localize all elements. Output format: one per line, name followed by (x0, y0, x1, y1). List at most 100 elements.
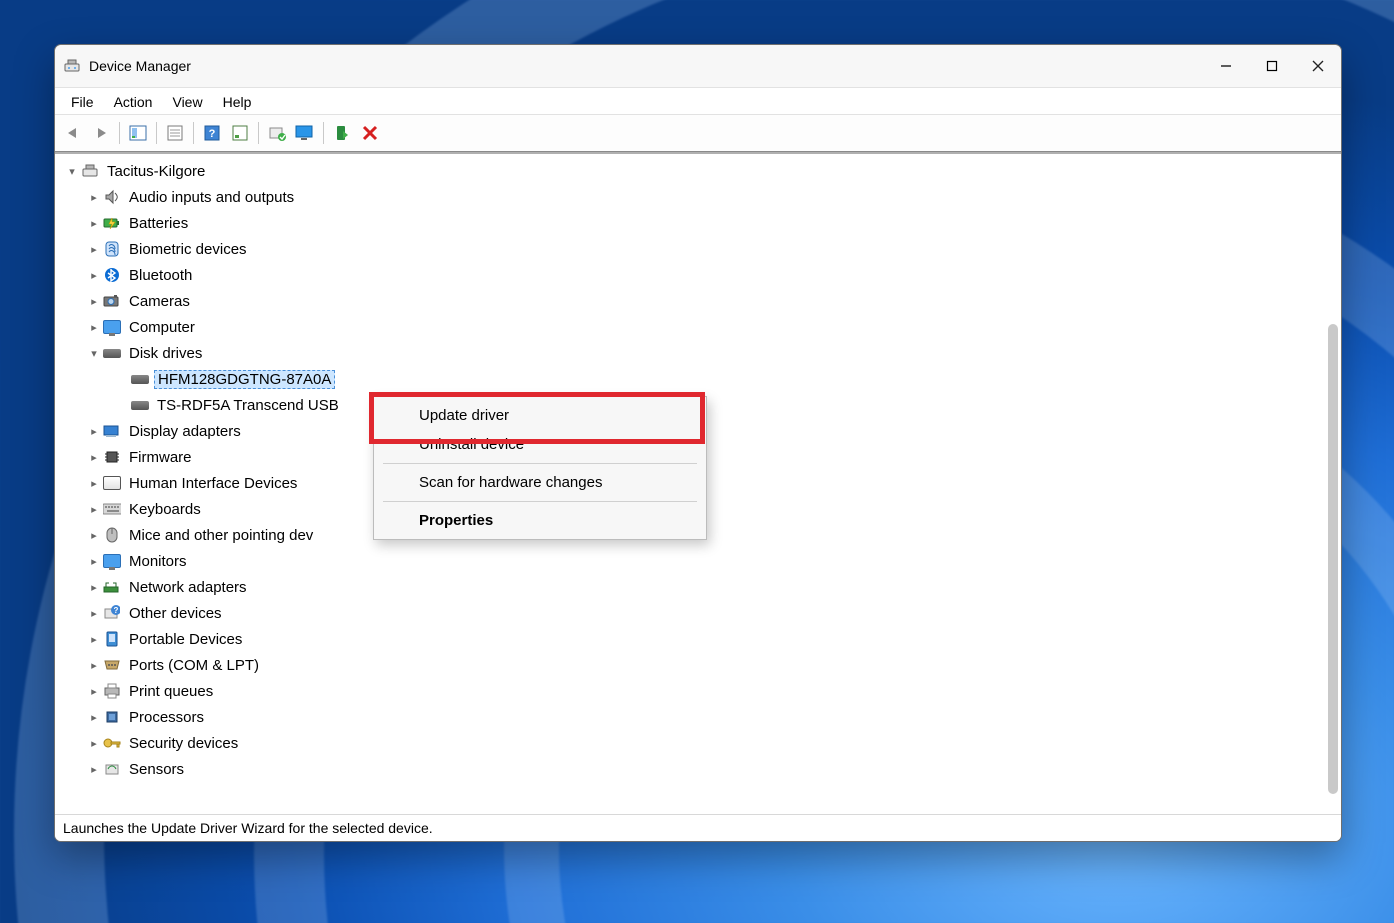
tree-item-label: Human Interface Devices (127, 475, 299, 492)
update-driver-button[interactable] (263, 120, 291, 146)
forward-button[interactable] (87, 120, 115, 146)
tree-item-monitors[interactable]: ▸Monitors (57, 548, 1339, 574)
disable-device-button[interactable] (356, 120, 384, 146)
monitor-icon (295, 125, 315, 141)
menu-help[interactable]: Help (213, 92, 262, 112)
uninstall-device-button[interactable] (291, 120, 319, 146)
battery-icon (103, 214, 121, 232)
chevron-right-icon[interactable]: ▸ (85, 240, 103, 258)
chevron-down-icon[interactable]: ▾ (63, 162, 81, 180)
network-icon (103, 578, 121, 596)
tree-item-label: Other devices (127, 605, 224, 622)
chevron-right-icon[interactable]: ▸ (85, 266, 103, 284)
chevron-right-icon[interactable]: ▸ (85, 656, 103, 674)
disable-x-icon (362, 125, 378, 141)
tree-item-portable[interactable]: ▸Portable Devices (57, 626, 1339, 652)
tree-item-ports[interactable]: ▸Ports (COM & LPT) (57, 652, 1339, 678)
scan-hardware-button[interactable] (226, 120, 254, 146)
back-button[interactable] (59, 120, 87, 146)
chevron-right-icon[interactable]: ▸ (85, 708, 103, 726)
disk-icon (103, 344, 121, 362)
tree-item-security[interactable]: ▸Security devices (57, 730, 1339, 756)
tree-item-diskdrives[interactable]: ▾ Disk drives (57, 340, 1339, 366)
chevron-right-icon[interactable]: ▸ (85, 188, 103, 206)
tree-item-biometric[interactable]: ▸ Biometric devices (57, 236, 1339, 262)
chevron-right-icon[interactable]: ▸ (85, 474, 103, 492)
chevron-right-icon[interactable]: ▸ (85, 318, 103, 336)
fingerprint-icon (103, 240, 121, 258)
context-menu-separator (383, 463, 697, 464)
properties-button[interactable] (161, 120, 189, 146)
tree-item-label: Computer (127, 319, 197, 336)
show-hide-tree-button[interactable] (124, 120, 152, 146)
arrow-right-icon (92, 126, 110, 140)
tree-item-other[interactable]: ▸? Other devices (57, 600, 1339, 626)
chevron-right-icon[interactable]: ▸ (85, 682, 103, 700)
chevron-right-icon[interactable]: ▸ (85, 292, 103, 310)
tree-root[interactable]: ▾ Tacitus-Kilgore (57, 158, 1339, 184)
context-menu-properties[interactable]: Properties (375, 506, 705, 535)
chevron-right-icon[interactable]: ▸ (85, 526, 103, 544)
context-menu-uninstall-device[interactable]: Uninstall device (375, 430, 705, 459)
tree-item-label: Disk drives (127, 345, 204, 362)
tree-item-cameras[interactable]: ▸Cameras (57, 288, 1339, 314)
tree-item-audio[interactable]: ▸Audio inputs and outputs (57, 184, 1339, 210)
tree-item-bluetooth[interactable]: ▸ Bluetooth (57, 262, 1339, 288)
svg-text:?: ? (209, 128, 216, 140)
tree-item-label: Network adapters (127, 579, 249, 596)
tree-item-batteries[interactable]: ▸Batteries (57, 210, 1339, 236)
tree-item-printqueues[interactable]: ▸Print queues (57, 678, 1339, 704)
title-bar[interactable]: Device Manager (55, 45, 1341, 88)
computer-icon (103, 318, 121, 336)
chevron-right-icon[interactable]: ▸ (85, 500, 103, 518)
tree-item-label: Display adapters (127, 423, 243, 440)
chevron-right-icon[interactable]: ▸ (85, 630, 103, 648)
tree-item-label: Keyboards (127, 501, 203, 518)
menu-action[interactable]: Action (104, 92, 163, 112)
chevron-right-icon[interactable]: ▸ (85, 760, 103, 778)
disk-icon (131, 370, 149, 388)
serial-port-icon (103, 656, 121, 674)
update-driver-icon (268, 125, 286, 141)
toolbar: ? (55, 115, 1341, 152)
hid-icon (103, 474, 121, 492)
tree-item-label: Biometric devices (127, 241, 249, 258)
chevron-right-icon[interactable]: ▸ (85, 578, 103, 596)
maximize-button[interactable] (1249, 45, 1295, 87)
speaker-icon (103, 188, 121, 206)
panel-icon (129, 125, 147, 141)
sensor-icon (103, 760, 121, 778)
tree-item-label: Processors (127, 709, 206, 726)
tree-item-processors[interactable]: ▸ Processors (57, 704, 1339, 730)
monitor-icon (103, 552, 121, 570)
chevron-right-icon[interactable]: ▸ (85, 422, 103, 440)
tree-item-computer[interactable]: ▸ Computer (57, 314, 1339, 340)
context-menu-separator (383, 501, 697, 502)
tree-item-label: TS-RDF5A Transcend USB (155, 397, 341, 414)
menu-view[interactable]: View (162, 92, 212, 112)
chevron-right-icon[interactable]: ▸ (85, 448, 103, 466)
keyboard-icon (103, 500, 121, 518)
tree-item-network[interactable]: ▸ Network adapters (57, 574, 1339, 600)
close-button[interactable] (1295, 45, 1341, 87)
tree-item-sensors[interactable]: ▸ Sensors (57, 756, 1339, 782)
minimize-button[interactable] (1203, 45, 1249, 87)
tree-item-label: Mice and other pointing dev (127, 527, 315, 544)
context-menu-update-driver[interactable]: Update driver (375, 401, 705, 430)
tree-item-disk-hfm128[interactable]: HFM128GDGTNG-87A0A (57, 366, 1339, 392)
vertical-scrollbar[interactable] (1328, 324, 1338, 794)
chevron-right-icon[interactable]: ▸ (85, 552, 103, 570)
menu-file[interactable]: File (61, 92, 104, 112)
chevron-right-icon[interactable]: ▸ (85, 734, 103, 752)
context-menu-scan-hardware[interactable]: Scan for hardware changes (375, 468, 705, 497)
computer-root-icon (81, 162, 99, 180)
mouse-icon (103, 526, 121, 544)
chevron-right-icon[interactable]: ▸ (85, 604, 103, 622)
tree-item-label: Bluetooth (127, 267, 194, 284)
chevron-right-icon[interactable]: ▸ (85, 214, 103, 232)
svg-text:?: ? (114, 606, 119, 615)
enable-device-button[interactable] (328, 120, 356, 146)
chevron-down-icon[interactable]: ▾ (85, 344, 103, 362)
help-button[interactable]: ? (198, 120, 226, 146)
tree-item-label: Sensors (127, 761, 186, 778)
